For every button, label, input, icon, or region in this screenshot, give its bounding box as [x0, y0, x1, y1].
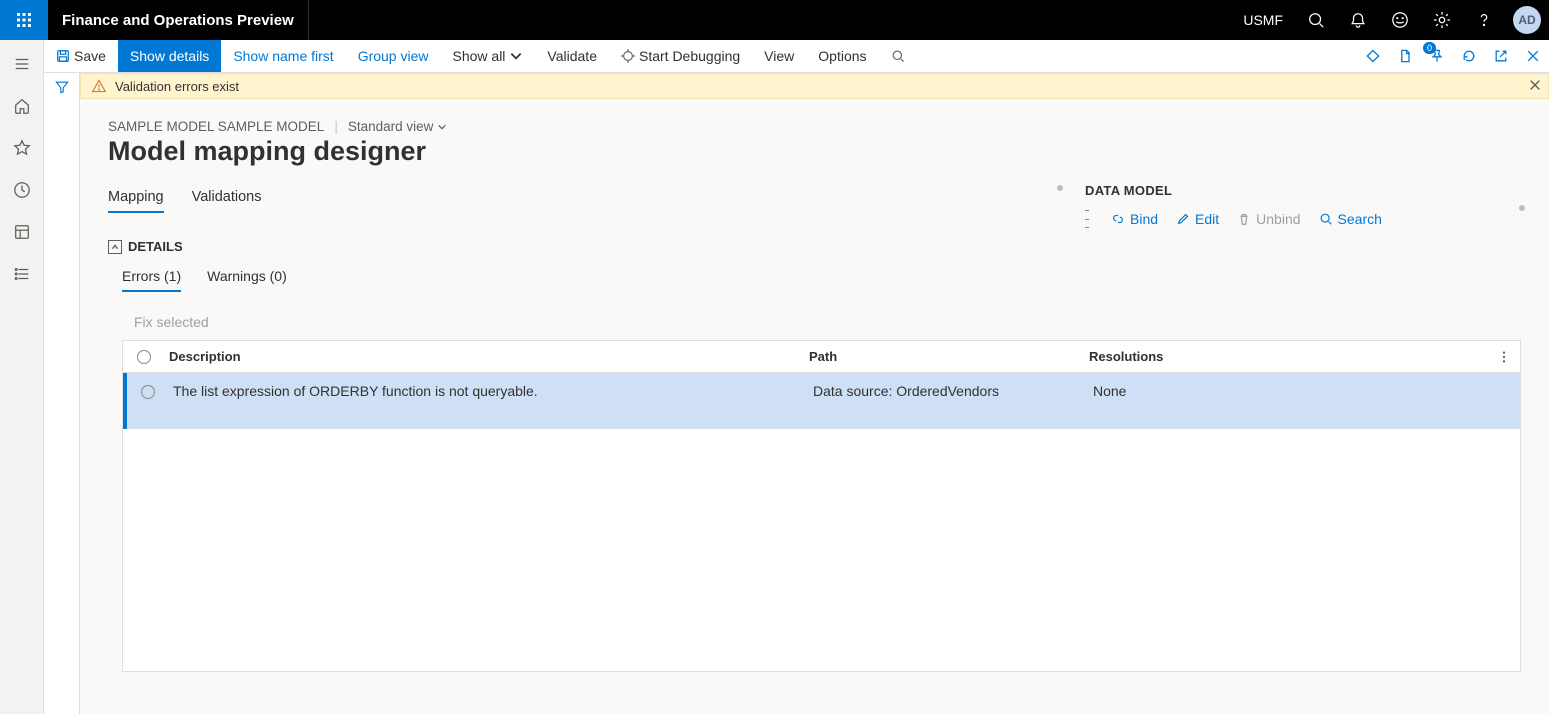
- nav-favorites-button[interactable]: [8, 134, 36, 162]
- view-selector[interactable]: Standard view: [348, 119, 448, 134]
- group-view-button[interactable]: Group view: [346, 40, 441, 72]
- data-model-heading: DATA MODEL: [1085, 183, 1525, 198]
- col-description[interactable]: Description: [165, 349, 805, 364]
- chevron-down-icon: [437, 122, 447, 132]
- tool-refresh-button[interactable]: [1453, 40, 1485, 72]
- collapse-icon: [108, 240, 122, 254]
- view-menu[interactable]: View: [752, 40, 806, 72]
- action-bar: Save Show details Show name first Group …: [44, 40, 1549, 73]
- debug-icon: [621, 49, 635, 63]
- nav-home-button[interactable]: [8, 92, 36, 120]
- filter-pane-toggle[interactable]: [44, 73, 80, 99]
- warning-text: Validation errors exist: [115, 79, 239, 94]
- warning-close-button[interactable]: [1528, 78, 1542, 95]
- search-icon: [1307, 11, 1325, 29]
- grid-header: Description Path Resolutions: [123, 341, 1520, 373]
- bind-button[interactable]: Bind: [1111, 211, 1158, 227]
- funnel-icon: [54, 79, 70, 95]
- workspace-icon: [13, 223, 31, 241]
- close-icon: [1528, 78, 1542, 92]
- save-icon: [56, 49, 70, 63]
- tool-diamond-button[interactable]: [1357, 40, 1389, 72]
- breadcrumb-model: SAMPLE MODEL SAMPLE MODEL: [108, 119, 324, 134]
- select-all[interactable]: [123, 350, 165, 364]
- user-avatar[interactable]: AD: [1513, 6, 1541, 34]
- breadcrumb: SAMPLE MODEL SAMPLE MODEL | Standard vie…: [108, 119, 1525, 134]
- chevron-down-icon: [509, 49, 523, 63]
- col-path[interactable]: Path: [805, 349, 1085, 364]
- search-icon: [1319, 212, 1333, 226]
- search-icon: [891, 49, 905, 63]
- list-icon: [13, 265, 31, 283]
- nav-recent-button[interactable]: [8, 176, 36, 204]
- pin-badge: 0: [1423, 42, 1436, 54]
- question-icon: [1475, 11, 1493, 29]
- edit-button[interactable]: Edit: [1176, 211, 1219, 227]
- unbind-button: Unbind: [1237, 211, 1300, 227]
- tool-pin-button[interactable]: 0: [1421, 40, 1453, 72]
- page-title: Model mapping designer: [108, 136, 1525, 167]
- nav-workspaces-button[interactable]: [8, 218, 36, 246]
- tab-errors[interactable]: Errors (1): [122, 268, 181, 292]
- nav-hamburger-button[interactable]: [8, 50, 36, 78]
- row-selector[interactable]: [127, 383, 169, 399]
- search-button[interactable]: Search: [1319, 211, 1382, 227]
- tool-page-button[interactable]: [1389, 40, 1421, 72]
- waffle-icon: [16, 12, 32, 28]
- grid-more-button[interactable]: [1488, 350, 1520, 364]
- home-icon: [13, 97, 31, 115]
- notifications-button[interactable]: [1337, 0, 1379, 40]
- hamburger-icon: [13, 55, 31, 73]
- row-path: Data source: OrderedVendors: [809, 383, 1089, 399]
- options-menu[interactable]: Options: [806, 40, 878, 72]
- nav-rail: [0, 40, 44, 714]
- star-icon: [13, 139, 31, 157]
- trash-icon: [1237, 212, 1251, 226]
- row-description: The list expression of ORDERBY function …: [169, 383, 809, 399]
- warning-icon: [91, 78, 107, 94]
- validation-warning-banner: Validation errors exist: [80, 73, 1549, 99]
- details-section-header[interactable]: DETAILS: [108, 239, 1525, 254]
- save-button[interactable]: Save: [44, 40, 118, 72]
- tab-warnings[interactable]: Warnings (0): [207, 268, 287, 292]
- col-resolutions[interactable]: Resolutions: [1085, 349, 1488, 364]
- grid-row[interactable]: The list expression of ORDERBY function …: [123, 373, 1520, 429]
- gear-icon: [1433, 11, 1451, 29]
- kebab-icon: [1497, 350, 1511, 364]
- tab-validations[interactable]: Validations: [192, 189, 262, 213]
- refresh-icon: [1461, 48, 1477, 64]
- close-icon: [1525, 48, 1541, 64]
- clock-icon: [13, 181, 31, 199]
- help-button[interactable]: [1463, 0, 1505, 40]
- validate-button[interactable]: Validate: [535, 40, 609, 72]
- feedback-button[interactable]: [1379, 0, 1421, 40]
- data-model-panel: DATA MODEL Bind Edit Unbind Search: [1085, 183, 1525, 228]
- drag-handle-icon[interactable]: [1085, 210, 1089, 228]
- nav-modules-button[interactable]: [8, 260, 36, 288]
- popout-icon: [1493, 48, 1509, 64]
- row-resolutions: None: [1089, 383, 1488, 399]
- start-debugging-button[interactable]: Start Debugging: [609, 40, 752, 72]
- bell-icon: [1349, 11, 1367, 29]
- app-title: Finance and Operations Preview: [48, 12, 308, 29]
- search-button[interactable]: [1295, 0, 1337, 40]
- fix-selected-button: Fix selected: [134, 314, 1525, 330]
- bind-icon: [1111, 212, 1125, 226]
- titlebar: Finance and Operations Preview USMF AD: [0, 0, 1549, 40]
- page-icon: [1397, 48, 1413, 64]
- company-code[interactable]: USMF: [1231, 0, 1295, 40]
- diamond-icon: [1365, 48, 1381, 64]
- pencil-icon: [1176, 212, 1190, 226]
- errors-grid: Description Path Resolutions The list ex…: [122, 340, 1521, 672]
- smile-icon: [1391, 11, 1409, 29]
- show-all-button[interactable]: Show all: [441, 40, 536, 72]
- tab-mapping[interactable]: Mapping: [108, 189, 164, 213]
- settings-button[interactable]: [1421, 0, 1463, 40]
- actionbar-search-button[interactable]: [879, 40, 917, 72]
- tool-popout-button[interactable]: [1485, 40, 1517, 72]
- tool-close-button[interactable]: [1517, 40, 1549, 72]
- show-details-button[interactable]: Show details: [118, 40, 221, 72]
- app-launcher-button[interactable]: [0, 0, 48, 40]
- show-name-first-button[interactable]: Show name first: [221, 40, 345, 72]
